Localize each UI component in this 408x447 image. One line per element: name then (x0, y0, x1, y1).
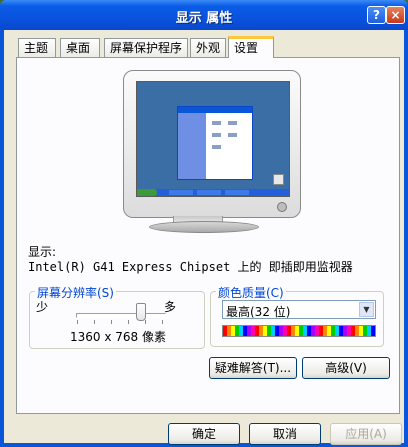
mini-desktop-icon (273, 174, 284, 185)
monitor-preview[interactable] (123, 70, 301, 218)
troubleshoot-button[interactable]: 疑难解答(T)... (209, 357, 297, 379)
advanced-button[interactable]: 高级(V) (302, 357, 390, 379)
slider-tick (128, 320, 129, 324)
color-quality-selected: 最高(32 位) (226, 305, 291, 319)
slider-tick (111, 320, 112, 324)
display-device-name: Intel(R) G41 Express Chipset 上的 即插即用监视器 (28, 260, 353, 274)
close-button[interactable]: × (386, 6, 405, 24)
tab-themes[interactable]: 主题 (18, 38, 56, 57)
color-quality-group-title: 颜色质量(C) (216, 284, 286, 301)
tab-settings[interactable]: 设置 (228, 36, 274, 58)
slider-tick (162, 320, 163, 324)
resolution-value: 1360 x 768 像素 (70, 330, 166, 344)
mini-taskbar (137, 189, 289, 196)
color-quality-select[interactable]: 最高(32 位) ▼ (222, 300, 376, 319)
slider-tick (77, 320, 78, 324)
title-bar[interactable]: 显示 属性 ? × (0, 0, 408, 30)
tab-screensaver[interactable]: 屏幕保护程序 (104, 38, 188, 57)
help-button[interactable]: ? (367, 6, 386, 24)
color-spectrum-bar (222, 325, 376, 337)
window-title: 显示 属性 (175, 11, 233, 26)
mini-window-preview (177, 106, 253, 180)
resolution-slider-thumb[interactable] (136, 303, 146, 321)
mini-start-button (137, 189, 157, 196)
slider-tick (94, 320, 95, 324)
apply-button[interactable]: 应用(A) (330, 423, 402, 445)
tab-desktop[interactable]: 桌面 (60, 38, 100, 57)
slider-tick (145, 320, 146, 324)
resolution-slider-track[interactable] (76, 313, 166, 318)
monitor-base (149, 221, 259, 233)
chevron-down-icon[interactable]: ▼ (359, 302, 374, 317)
display-properties-window: 显示 属性 ? × 主题 桌面 屏幕保护程序 外观 设置 显示: Intel(R… (0, 0, 408, 447)
cancel-button[interactable]: 取消 (249, 423, 321, 445)
ok-button[interactable]: 确定 (168, 423, 240, 445)
monitor-power-led (277, 202, 287, 212)
resolution-less-label: 少 (36, 300, 49, 314)
tab-appearance[interactable]: 外观 (190, 38, 226, 57)
monitor-screen (136, 81, 290, 197)
